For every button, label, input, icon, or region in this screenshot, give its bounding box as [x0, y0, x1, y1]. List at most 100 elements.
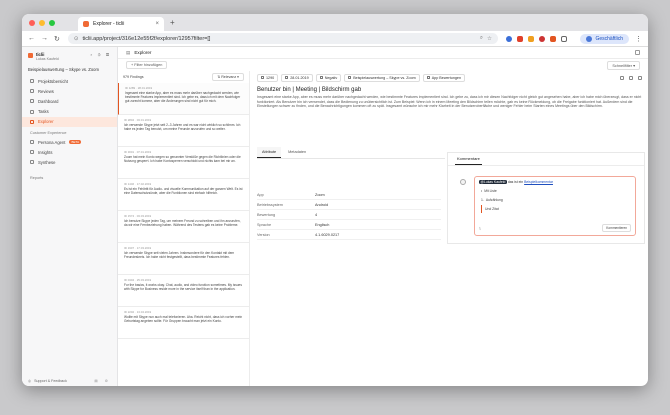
sidebar-item-insights[interactable]: Insights: [22, 147, 117, 157]
page-header: ▤ Explorer: [118, 47, 648, 59]
list-item[interactable]: ID 1574 · 03.03.2019 Ich benutze Skype je…: [118, 211, 249, 243]
persona-icon: [30, 140, 34, 145]
list-item[interactable]: ID 2202 · 13.04.2019 Wollte mit Skype nun…: [118, 307, 249, 339]
attr-key: Version: [257, 232, 270, 237]
list-item[interactable]: ID 3001 · 07.01.2019 Zoom hat mein Konto …: [118, 147, 249, 179]
tag-label: 28.01.2019: [290, 75, 309, 80]
list-text: Mit Liste: [484, 189, 497, 194]
url-text: ticlii.app/project/316e12e55f2f/explorer…: [82, 35, 211, 42]
workspace-user: Lukas Kaufeld: [36, 57, 59, 61]
footer-actions-icon[interactable]: ▤ ⚙: [94, 379, 111, 383]
attr-key: App: [257, 192, 264, 197]
browser-tab[interactable]: Explorer - ticlii ×: [78, 17, 164, 31]
list-item[interactable]: ID 1907 · 17.03.2019 Ich verwende Skype s…: [118, 243, 249, 275]
expand-icon[interactable]: [635, 50, 640, 55]
sort-label: Relevanz: [221, 75, 237, 79]
list-item-meta: ID 1289 · 28.01.2019: [125, 86, 153, 90]
section-customer-experience: Customer Experience: [30, 130, 67, 135]
extension-5-icon[interactable]: [549, 35, 556, 42]
tag-sentiment[interactable]: Negativ: [315, 73, 342, 82]
extensions: [505, 35, 567, 42]
list-item[interactable]: ID 1289 · 28.01.2019 Ingesamt eine starke…: [118, 83, 249, 115]
share-icon[interactable]: [620, 75, 624, 80]
sentiment-icon: [319, 76, 323, 79]
zoom-icon[interactable]: ⌕: [480, 35, 483, 42]
extension-3-icon[interactable]: [527, 35, 534, 42]
attr-key: Betriebssystem: [257, 202, 283, 207]
extension-4-icon[interactable]: [538, 35, 545, 42]
tag-date[interactable]: 28.01.2019: [281, 73, 313, 82]
findings-list: 979 Findings ⇅ Relevanz ▾ ID 1289 · 28.0…: [118, 71, 250, 386]
tab-metadaten[interactable]: Metadaten: [283, 147, 311, 158]
list-item[interactable]: ID 2804 · 03.01.2019 Ich verwende Skype j…: [118, 115, 249, 147]
new-tab-icon[interactable]: +: [170, 18, 175, 27]
close-tab-icon[interactable]: ×: [155, 21, 159, 27]
list-item-meta: ID 2804 · 03.01.2019: [124, 118, 152, 122]
explorer-page-icon: ▤: [126, 49, 131, 55]
sort-select[interactable]: ⇅ Relevanz ▾: [212, 73, 244, 81]
tab-strip: Explorer - ticlii × +: [22, 14, 648, 31]
sidebar-item-projektuebersicht[interactable]: Projektübersicht: [22, 76, 117, 86]
profile-button[interactable]: Geschäftlich: [580, 33, 629, 44]
bookmark-icon[interactable]: [629, 75, 633, 80]
list-item[interactable]: ID 1446 · 17.02.2019 Es ist ein Fehltritt…: [118, 179, 249, 211]
browser-menu-icon[interactable]: ⋮: [635, 35, 642, 43]
add-filter-button[interactable]: + Filter hinzufügen: [126, 61, 168, 69]
list-item-text: For the basics, it works okay. Chat, aud…: [124, 283, 242, 292]
bookmark-star-icon[interactable]: ☆: [487, 36, 492, 42]
site-info-icon[interactable]: ⊙: [74, 36, 79, 42]
overview-icon: [30, 79, 34, 84]
quick-filter-button[interactable]: Schnellfilter ▾: [607, 60, 640, 70]
profile-avatar: [586, 35, 593, 42]
attachment-icon[interactable]: ⌇: [479, 226, 481, 231]
sidebar-item-synthese[interactable]: Synthese: [22, 157, 117, 167]
project-name[interactable]: Beispielauswertung – Skype vs. Zoom: [22, 61, 117, 76]
sidebar-item-dashboard[interactable]: Dashboard: [22, 96, 117, 106]
section-reports[interactable]: Reports: [22, 168, 117, 182]
beta-badge: BETA: [69, 140, 82, 145]
forward-icon[interactable]: →: [41, 35, 48, 42]
trash-icon[interactable]: [638, 75, 642, 80]
list-item[interactable]: ID 0404 · 25.03.2019 For the basics, it w…: [118, 275, 249, 307]
comments-panel: Kommentare @Lukas Kaufeld das ist ein Be…: [447, 152, 645, 244]
sidebar-item-reviews[interactable]: Reviews: [22, 86, 117, 96]
bullet-icon: •: [481, 189, 483, 194]
sidebar-footer: ◎ Support & Feedback ▤ ⚙: [28, 379, 111, 383]
extension-1-icon[interactable]: [505, 35, 512, 42]
url-field[interactable]: ⊙ ticlii.app/project/316e12e55f2f/explor…: [67, 33, 498, 44]
submit-comment-button[interactable]: Kommentieren: [602, 224, 631, 232]
sidebar-item-label: Reviews: [38, 88, 54, 94]
close-window-icon[interactable]: [29, 19, 35, 26]
attr-key: Sprache: [257, 222, 272, 227]
workspace-switcher[interactable]: ticlii Lukas Kaufeld ⌕ ⚙ ▤: [22, 47, 117, 61]
sidebar-item-persona-agent[interactable]: Persona Agent BETA: [22, 137, 117, 147]
reviews-icon: [30, 89, 34, 94]
sidebar-tools-icon[interactable]: ⌕ ⚙ ▤: [90, 52, 111, 57]
attr-row: Version 4.1.6029.0217: [257, 230, 441, 240]
comment-editor[interactable]: @Lukas Kaufeld das ist ein Beispielkomme…: [474, 176, 636, 236]
support-link[interactable]: Support & Feedback: [34, 379, 67, 383]
tag-label: 1290: [266, 75, 275, 80]
tag-project[interactable]: Beispielauswertung – Skype vs. Zoom: [344, 73, 420, 82]
attr-value: 4: [315, 212, 318, 217]
extensions-puzzle-icon[interactable]: [560, 35, 567, 42]
tag-id[interactable]: 1290: [257, 73, 279, 82]
page-title: Explorer: [134, 50, 152, 55]
extension-2-icon[interactable]: [516, 35, 523, 42]
list-item-meta: ID 1446 · 17.02.2019: [124, 182, 152, 186]
tag-source[interactable]: App Bewertungen: [422, 73, 466, 82]
commenter-avatar: [460, 179, 466, 185]
mention-tag[interactable]: @Lukas Kaufeld: [479, 180, 507, 184]
minimize-window-icon[interactable]: [39, 19, 45, 26]
sidebar-item-tasks[interactable]: Tasks: [22, 107, 117, 117]
sidebar-item-explorer[interactable]: Explorer: [22, 116, 117, 127]
hash-icon: [261, 76, 264, 79]
maximize-window-icon[interactable]: [49, 19, 55, 26]
attr-row: Sprache Englisch: [257, 220, 441, 230]
tab-attribute[interactable]: Attribute: [257, 147, 282, 158]
reload-icon[interactable]: ↻: [54, 35, 60, 43]
comment-footer: ⌇ Kommentieren: [479, 224, 631, 232]
detail-actions: [620, 75, 642, 80]
comment-link[interactable]: Beispielkommentar: [524, 180, 553, 184]
back-icon[interactable]: ←: [28, 35, 35, 42]
